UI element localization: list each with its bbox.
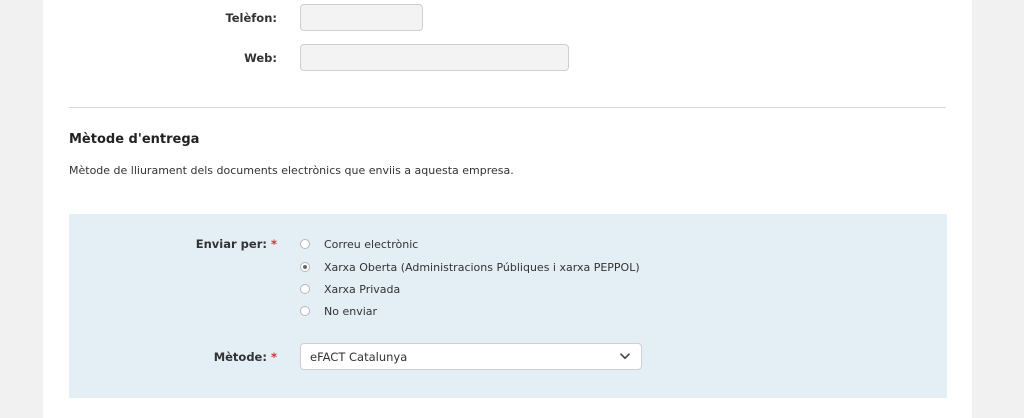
web-input[interactable] (300, 44, 569, 71)
radio-email[interactable]: Correu electrònic (300, 236, 418, 252)
radio-email-circle[interactable] (300, 239, 310, 249)
radio-private-network[interactable]: Xarxa Privada (300, 281, 400, 297)
method-select-value: eFACT Catalunya (310, 349, 408, 364)
send-by-label: Enviar per: * (77, 237, 277, 251)
section-description: Mètode de lliurament dels documents elec… (69, 164, 514, 177)
phone-input[interactable] (300, 4, 423, 31)
radio-open-network[interactable]: Xarxa Oberta (Administracions Públiques … (300, 259, 640, 275)
send-by-label-text: Enviar per: (195, 237, 267, 251)
radio-private-network-circle[interactable] (300, 284, 310, 294)
web-label: Web: (244, 51, 277, 65)
method-label: Mètode: * (77, 350, 277, 364)
phone-label: Telèfon: (225, 11, 277, 25)
method-label-text: Mètode: (213, 350, 267, 364)
radio-private-network-label: Xarxa Privada (324, 282, 401, 296)
radio-no-send-label: No enviar (324, 304, 378, 318)
method-required-mark: * (270, 350, 277, 364)
chevron-down-icon (619, 351, 631, 363)
section-divider (69, 107, 946, 108)
required-mark: * (270, 237, 277, 251)
radio-email-label: Correu electrònic (324, 237, 419, 251)
radio-no-send-circle[interactable] (300, 306, 310, 316)
method-select[interactable]: eFACT Catalunya (300, 343, 642, 370)
radio-open-network-label: Xarxa Oberta (Administracions Públiques … (324, 260, 640, 274)
section-title: Mètode d'entrega (69, 132, 200, 147)
radio-open-network-circle[interactable] (300, 262, 310, 272)
radio-no-send[interactable]: No enviar (300, 303, 377, 319)
